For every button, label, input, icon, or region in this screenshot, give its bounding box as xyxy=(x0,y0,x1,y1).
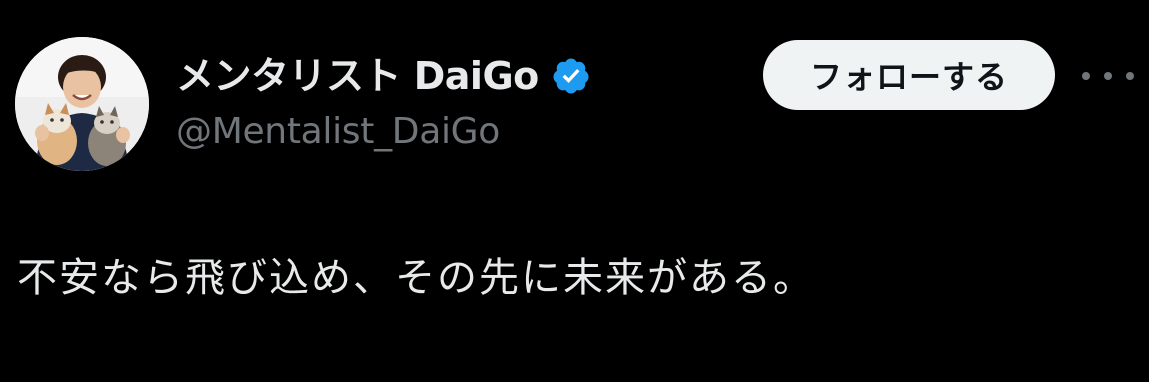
more-options-icon[interactable] xyxy=(1082,60,1134,92)
more-dot xyxy=(1082,72,1090,80)
author-avatar[interactable] xyxy=(15,37,149,171)
tweet-card: メンタリスト DaiGo @Mentalist_DaiGo フォローする 不安な… xyxy=(0,0,1149,382)
author-name-row: メンタリスト DaiGo xyxy=(176,50,591,102)
author-handle[interactable]: @Mentalist_DaiGo xyxy=(176,107,500,157)
author-display-name[interactable]: メンタリスト DaiGo xyxy=(176,50,539,102)
more-dot xyxy=(1126,72,1134,80)
verified-badge-icon xyxy=(551,56,591,96)
follow-button[interactable]: フォローする xyxy=(763,40,1055,110)
tweet-text: 不安なら飛び込め、その先に未来がある。 xyxy=(17,255,815,301)
more-dot xyxy=(1104,72,1112,80)
avatar-photo-icon xyxy=(15,37,149,171)
